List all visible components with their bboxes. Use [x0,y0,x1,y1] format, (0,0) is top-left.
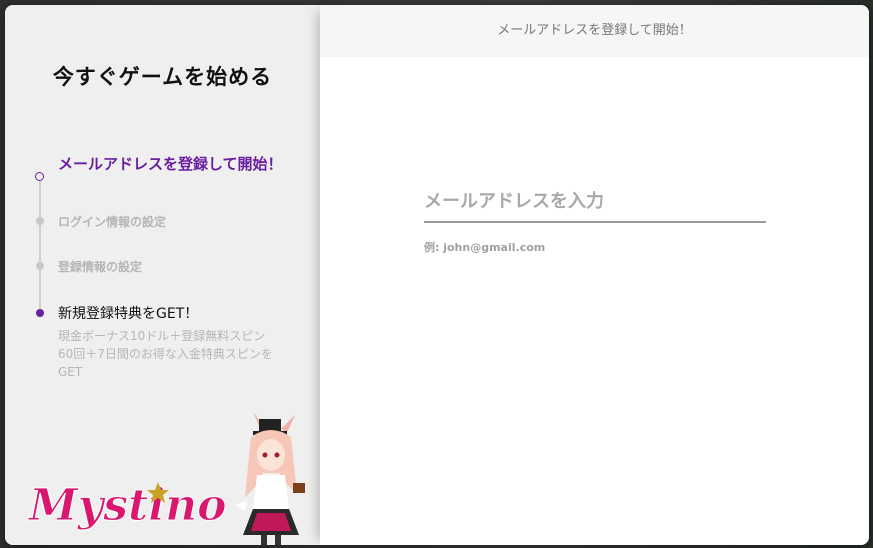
email-example-hint: 例: john@gmail.com [424,241,546,254]
step-2-indicator [36,217,44,225]
email-field[interactable] [424,181,766,223]
step-4-indicator [36,309,44,317]
step-1-indicator [35,172,44,181]
step-1-label: メールアドレスを登録して開始！ [58,155,283,173]
step-2-label: ログイン情報の設定 [58,215,167,229]
steps-panel: 今すぐゲームを始める メールアドレスを登録して開始！ ログイン情報の設定 登録情… [5,5,320,545]
panel-title: 今すぐゲームを始める [52,65,273,89]
steps-progress-line [39,180,41,313]
logo-text: Mystino [27,480,225,531]
step-3-label: 登録情報の設定 [58,260,143,274]
step-4-description: 現金ボーナス10ドル＋登録無料スピン60回＋7日間のお得な入金特典スピンをGET [58,329,273,379]
registration-modal: 今すぐゲームを始める メールアドレスを登録して開始！ ログイン情報の設定 登録情… [5,5,869,545]
step-3-indicator [36,262,44,270]
step-4-label: 新規登録特典をGET！ [58,306,199,322]
form-header: メールアドレスを登録して開始！ [320,5,869,57]
mascot-character-image [235,413,305,545]
mystino-logo: Mystino [27,480,226,532]
email-registration-panel: メールアドレスを登録して開始！ 例: john@gmail.com [320,5,869,545]
